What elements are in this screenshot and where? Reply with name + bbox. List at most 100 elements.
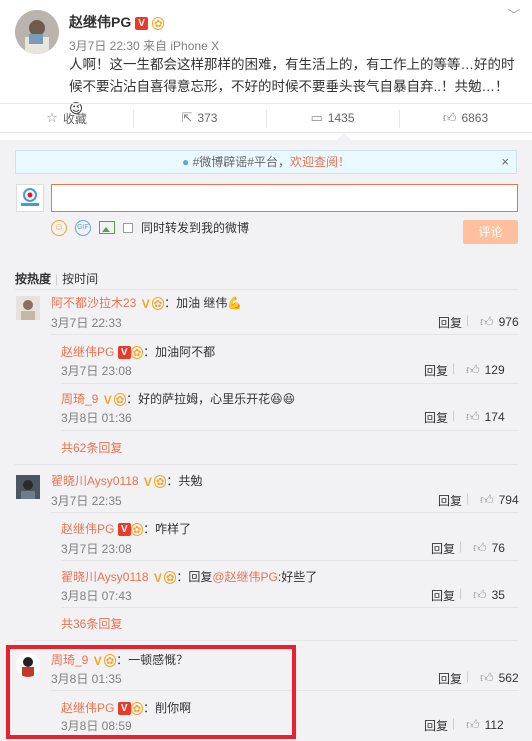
- star-icon: ☆: [46, 110, 58, 125]
- reply-like-button[interactable]: 👍︎ 76: [473, 540, 505, 556]
- reply-like-button[interactable]: 👍︎ 112: [466, 717, 504, 733]
- thumb-up-icon: 👍︎: [480, 492, 494, 507]
- divider: [61, 430, 519, 431]
- mention-link[interactable]: @赵继伟PG: [212, 570, 278, 584]
- thumb-up-icon: 👍︎: [466, 717, 480, 732]
- gif-icon[interactable]: GIF: [75, 219, 91, 236]
- like-count: 562: [498, 671, 519, 685]
- repost-count: 373: [197, 111, 218, 125]
- comment-like-button[interactable]: 👍︎ 976: [480, 314, 519, 330]
- reply-content: ：好的萨拉姆，心里乐开花😆😆: [126, 392, 296, 406]
- tab-sort-hot[interactable]: 按热度: [15, 272, 51, 286]
- info-icon: ●: [182, 155, 190, 169]
- reply-like-button[interactable]: 👍︎ 35: [473, 587, 505, 603]
- post-header: 赵继伟PG V ✿ ﹀ 3月7日 22:30 来自 iPhone X 人啊！这一…: [0, 0, 532, 116]
- reply-like-button[interactable]: 👍︎ 174: [466, 409, 505, 425]
- reply-like-button[interactable]: 👍︎ 129: [466, 362, 505, 378]
- thumb-up-icon: 👍︎: [466, 409, 480, 424]
- comment-date: 3月7日 22:33: [51, 316, 122, 330]
- thumb-up-icon: 👍︎: [466, 362, 480, 377]
- like-count: 6863: [461, 111, 489, 125]
- reply-button[interactable]: 回复: [431, 540, 455, 557]
- reply-button[interactable]: 回复: [424, 409, 448, 426]
- comment-text: 阿不都沙拉木23 V ✿ ：加油 继伟💪: [51, 294, 242, 311]
- like-count: 76: [491, 541, 505, 555]
- comment-button[interactable]: ▭ 1435: [266, 104, 399, 132]
- author-avatar[interactable]: [15, 10, 59, 54]
- replier-name[interactable]: 周琦_9: [61, 392, 98, 406]
- divider: [51, 512, 519, 513]
- vip-badge-icon: ✿: [153, 475, 167, 489]
- verified-badge-icon: V: [117, 523, 131, 537]
- author-name-row[interactable]: 赵继伟PG V ✿: [69, 12, 165, 32]
- divider: [15, 464, 518, 465]
- sync-repost-checkbox[interactable]: [123, 222, 133, 233]
- favorite-label: 收藏: [62, 111, 87, 126]
- replier-name[interactable]: 赵继伟PG: [61, 522, 114, 536]
- avatar-image: [15, 10, 59, 54]
- submit-comment-button[interactable]: 评论: [463, 220, 518, 244]
- avatar-image: [16, 296, 40, 320]
- divider: [61, 607, 519, 608]
- thumb-up-icon: 👍︎: [442, 110, 457, 125]
- divider: [61, 383, 519, 384]
- reply-text: 赵继伟PG V ✿ ：咋样了: [61, 520, 191, 537]
- comment-pointer: [337, 133, 351, 140]
- tab-sort-time[interactable]: 按时间: [62, 272, 98, 286]
- reply-button[interactable]: 回复: [431, 587, 455, 604]
- more-replies-link[interactable]: 共36条回复: [61, 615, 122, 632]
- reply-content: ：回复: [176, 570, 213, 584]
- like-count: 35: [491, 588, 505, 602]
- commenter-avatar[interactable]: [16, 475, 40, 499]
- reply-date: 3月8日 01:36: [61, 411, 132, 425]
- verified-yellow-icon: V: [153, 570, 162, 585]
- comment-content: ：共勉: [166, 474, 203, 488]
- composer-toolbar: ☺ GIF 同时转发到我的微博: [51, 219, 249, 236]
- sort-tabs: 按热度 | 按时间: [15, 272, 99, 286]
- vip-badge-icon: ✿: [152, 16, 165, 30]
- close-icon[interactable]: ×: [501, 151, 509, 173]
- reply-date: 3月8日 07:43: [61, 589, 132, 603]
- thumb-up-icon: 👍︎: [473, 540, 487, 555]
- reply-text: 赵继伟PG V ✿ ：加油阿不都: [61, 343, 215, 360]
- replier-name[interactable]: 翟晓川Aysy0118: [61, 570, 149, 584]
- comment-like-button[interactable]: 👍︎ 562: [480, 670, 519, 686]
- commenter-avatar[interactable]: [16, 296, 40, 320]
- reply-button[interactable]: 回复: [424, 717, 448, 734]
- thumb-up-icon: 👍︎: [480, 314, 494, 329]
- like-button[interactable]: 👍︎ 6863: [399, 104, 532, 132]
- reply-button[interactable]: 回复: [438, 314, 462, 331]
- favorite-button[interactable]: ☆ 收藏: [0, 104, 133, 132]
- more-replies-link[interactable]: 共62条回复: [61, 439, 122, 456]
- vip-badge-icon: ✿: [130, 346, 144, 360]
- divider: [51, 334, 519, 335]
- comment-like-button[interactable]: 👍︎ 794: [480, 492, 519, 508]
- post-meta: 3月7日 22:30 来自 iPhone X: [69, 39, 220, 53]
- replier-name[interactable]: 赵继伟PG: [61, 345, 114, 359]
- reply-content: ：加油阿不都: [143, 345, 216, 359]
- notice-topic: #微博辟谣#平台，: [192, 155, 290, 169]
- thumb-up-icon: 👍︎: [473, 587, 487, 602]
- repost-button[interactable]: ⇱ 373: [133, 104, 266, 132]
- sync-repost-label: 同时转发到我的微博: [141, 221, 250, 235]
- chevron-down-icon[interactable]: ﹀: [508, 6, 520, 23]
- comment-icon: ▭: [310, 110, 323, 125]
- commenter-name[interactable]: 阿不都沙拉木23: [51, 296, 136, 310]
- verified-yellow-icon: V: [143, 474, 152, 489]
- vip-badge-icon: ✿: [130, 523, 144, 537]
- author-name[interactable]: 赵继伟PG: [69, 14, 131, 30]
- like-count: 129: [484, 363, 505, 377]
- divider: [15, 289, 518, 290]
- post-action-bar: ☆ 收藏 ⇱ 373 ▭ 1435 👍︎ 6863: [0, 103, 532, 133]
- reply-button[interactable]: 回复: [424, 362, 448, 379]
- emoji-icon[interactable]: ☺: [51, 219, 67, 236]
- thumb-up-icon: 👍︎: [480, 670, 494, 685]
- commenter-name[interactable]: 翟晓川Aysy0118: [51, 474, 139, 488]
- reply-content: ：咋样了: [143, 522, 192, 536]
- image-icon[interactable]: [99, 221, 115, 234]
- notice-link[interactable]: 欢迎查阅！: [290, 155, 350, 169]
- reply-button[interactable]: 回复: [438, 492, 462, 509]
- composer-avatar: [16, 184, 44, 212]
- reply-button[interactable]: 回复: [438, 670, 462, 687]
- comment-input[interactable]: [51, 184, 518, 212]
